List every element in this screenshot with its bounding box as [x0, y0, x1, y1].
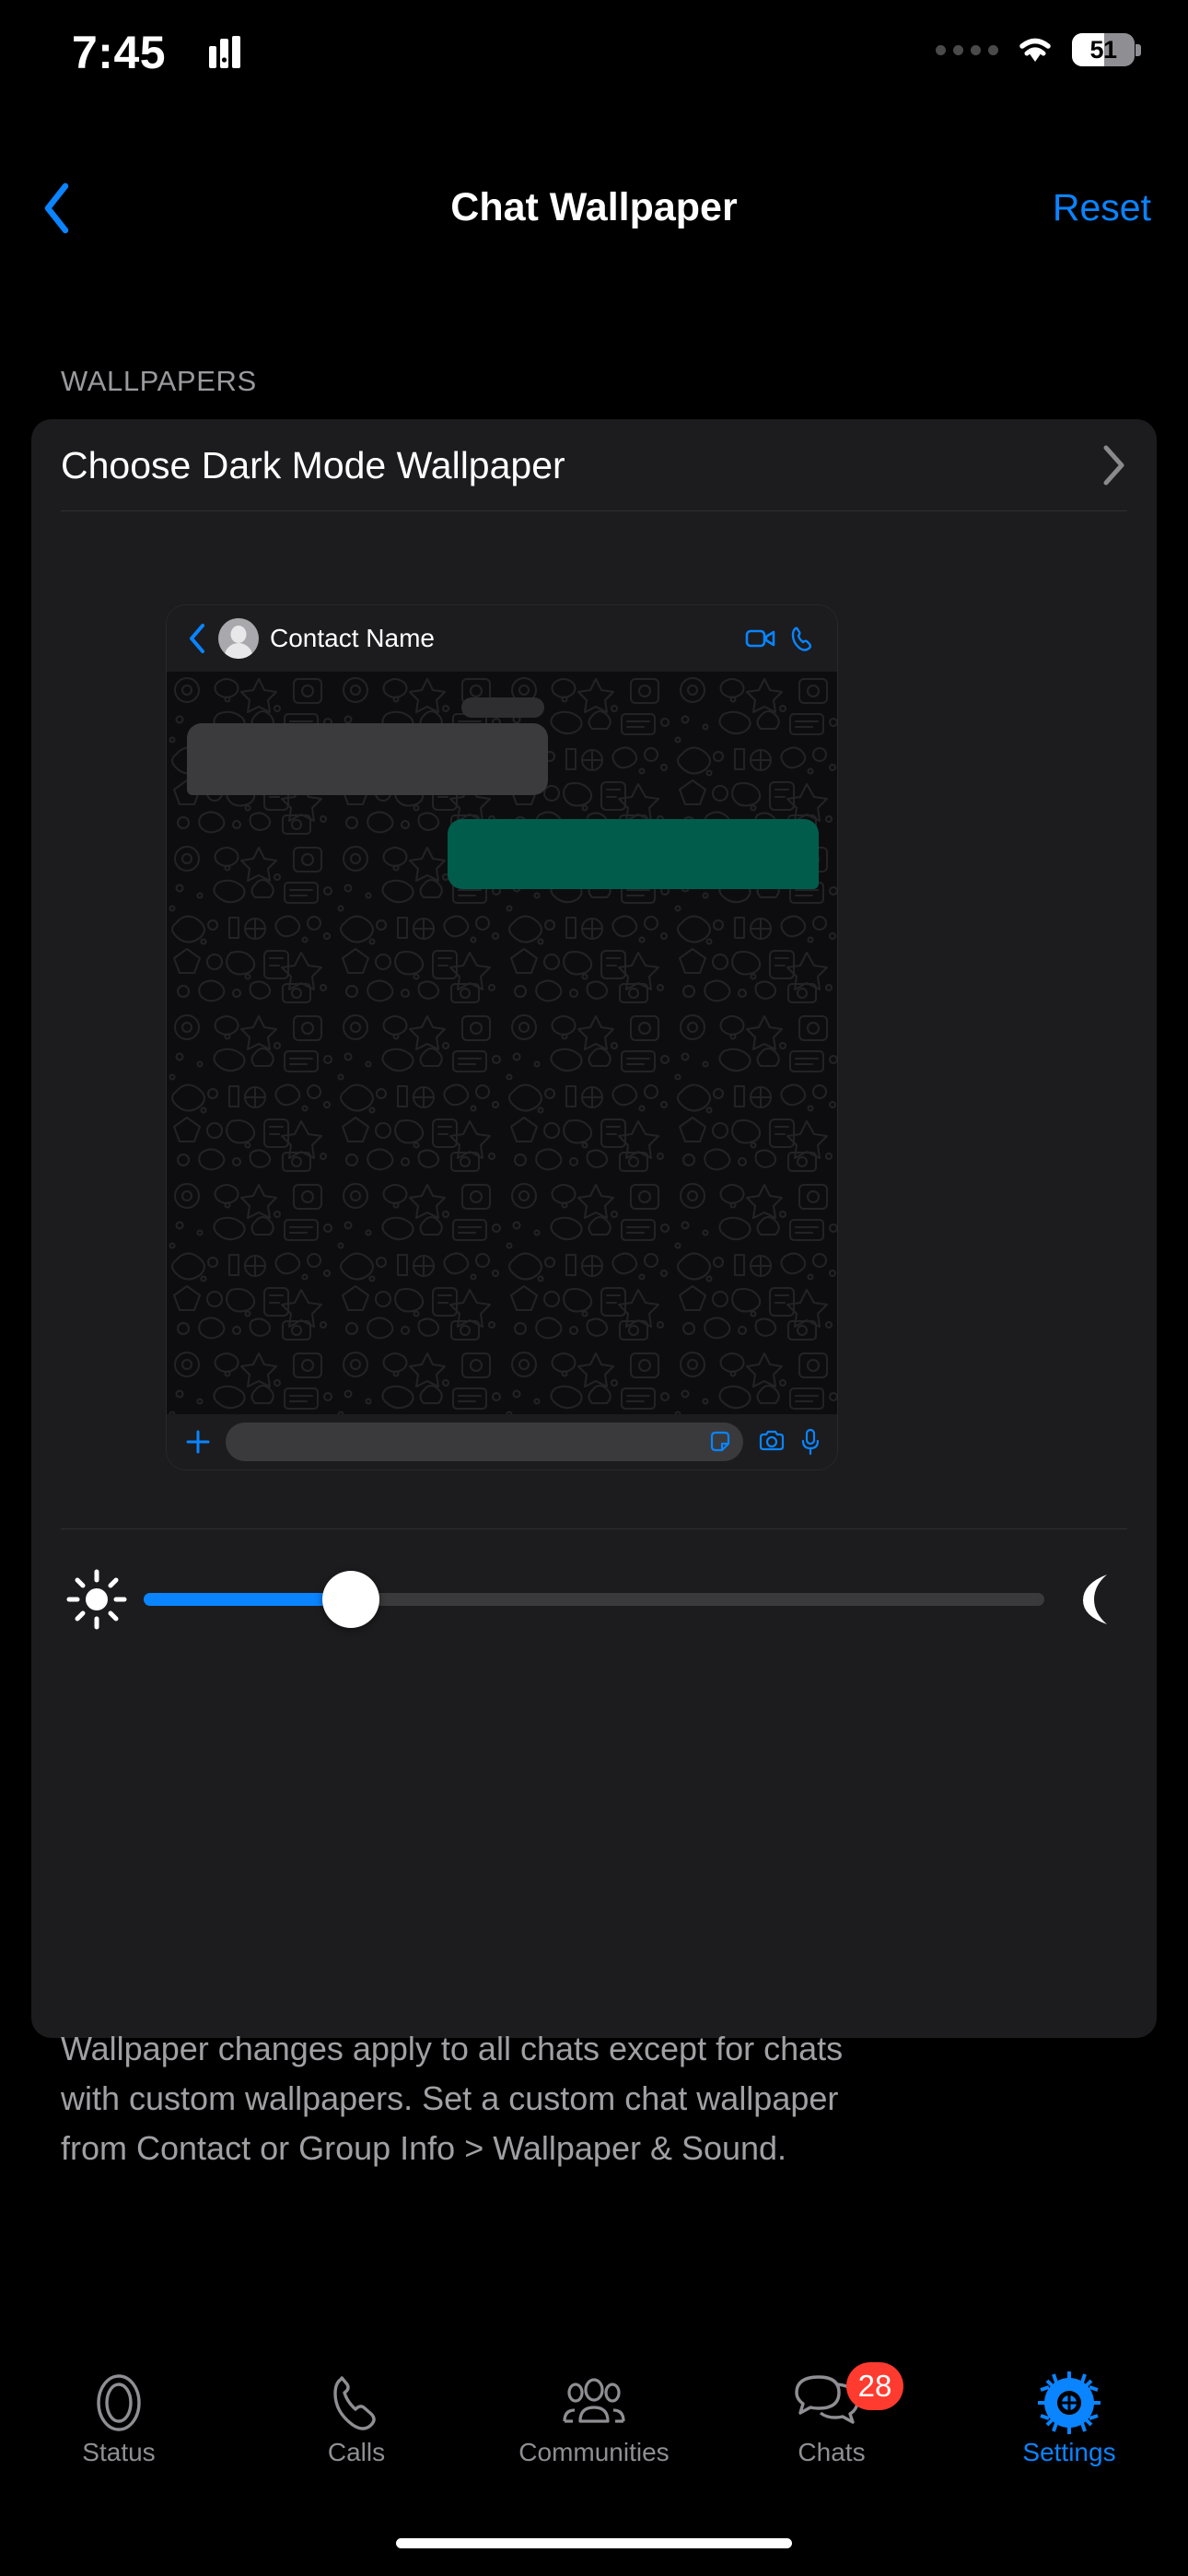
brightness-slider-thumb[interactable]: [321, 1571, 379, 1628]
app-screen: 7:45 51 Chat Wallpaper Reset WALLPAPERS …: [0, 0, 1188, 2576]
incoming-message-bubble: [187, 723, 548, 795]
microphone-icon[interactable]: [800, 1428, 821, 1456]
moon-icon: [1083, 1575, 1107, 1624]
footer-line-1: Wallpaper changes apply to all chats exc…: [61, 2030, 844, 2067]
choose-dark-mode-wallpaper-label: Choose Dark Mode Wallpaper: [61, 443, 565, 486]
tab-chats[interactable]: 28 Chats: [713, 2359, 950, 2497]
wallpaper-footer-note: Wallpaper changes apply to all chats exc…: [61, 2030, 1092, 2181]
tab-communities[interactable]: Communities: [475, 2359, 713, 2497]
battery-percent-label: 51: [1089, 35, 1117, 64]
wallpaper-dimmer-slider-row: [31, 1529, 1157, 1669]
wallpapers-section-header: WALLPAPERS: [61, 365, 257, 397]
outgoing-message-bubble: [448, 819, 819, 889]
page-title: Chat Wallpaper: [450, 184, 738, 229]
tab-status[interactable]: Status: [0, 2359, 238, 2497]
tab-settings[interactable]: Settings: [950, 2359, 1188, 2497]
signal-dots-icon: [936, 44, 998, 55]
tab-calls-label: Calls: [327, 2438, 386, 2466]
choose-dark-mode-wallpaper-row[interactable]: Choose Dark Mode Wallpaper: [31, 419, 1157, 511]
tab-calls[interactable]: Calls: [238, 2359, 475, 2497]
chats-unread-badge: 28: [846, 2362, 903, 2410]
chart-bars-icon: [209, 36, 240, 68]
chat-preview: Contact Name: [166, 604, 838, 1470]
preview-contact-name: Contact Name: [270, 624, 435, 652]
battery-indicator: 51: [1072, 33, 1141, 66]
footer-line-3: from Contact or Group Info > Wallpaper &…: [61, 2128, 787, 2167]
avatar: [218, 618, 259, 659]
footer-line-2: with custom wallpapers. Set a custom cha…: [61, 2078, 839, 2117]
gear-icon: [1034, 2370, 1104, 2436]
communities-people-icon: [557, 2370, 631, 2436]
camera-icon[interactable]: [758, 1430, 786, 1454]
status-bar: 7:45 51: [0, 0, 1188, 120]
row-separator: [61, 510, 1127, 511]
battery-tip: [1136, 44, 1141, 56]
reset-button[interactable]: Reset: [1053, 161, 1151, 253]
video-camera-icon: [745, 629, 775, 648]
plus-icon[interactable]: [185, 1429, 211, 1455]
chevron-right-icon: [1103, 445, 1124, 486]
preview-chat-header: Contact Name: [167, 605, 837, 672]
message-input-field[interactable]: [226, 1423, 743, 1461]
status-bar-time: 7:45: [72, 27, 167, 78]
status-bar-indicators: 51: [936, 33, 1141, 66]
tab-settings-label: Settings: [1022, 2438, 1116, 2466]
tab-status-label: Status: [82, 2438, 156, 2466]
tab-chats-label: Chats: [798, 2438, 866, 2466]
preview-chat-body: [167, 672, 837, 1416]
preview-input-bar: [167, 1414, 837, 1469]
date-divider-pill: [461, 697, 544, 718]
navigation-bar: Chat Wallpaper Reset: [0, 161, 1188, 263]
sticker-icon[interactable]: [708, 1430, 732, 1454]
status-rings-icon: [84, 2370, 154, 2436]
home-indicator: [396, 2538, 792, 2548]
brightness-slider-track[interactable]: [144, 1571, 1044, 1628]
tab-bar: Status Calls Communities 28 Chats Settin…: [0, 2359, 1188, 2497]
phone-icon: [323, 2370, 390, 2436]
brightness-slider-fill: [144, 1593, 351, 1606]
phone-icon: [791, 626, 811, 651]
chevron-left-icon: [190, 624, 204, 653]
chat-bubbles-icon: 28: [793, 2362, 903, 2436]
wifi-icon: [1019, 38, 1051, 62]
sun-icon: [66, 1569, 127, 1630]
wallpapers-card: Choose Dark Mode Wallpaper Contact Name: [31, 419, 1157, 2038]
tab-communities-label: Communities: [518, 2438, 670, 2466]
